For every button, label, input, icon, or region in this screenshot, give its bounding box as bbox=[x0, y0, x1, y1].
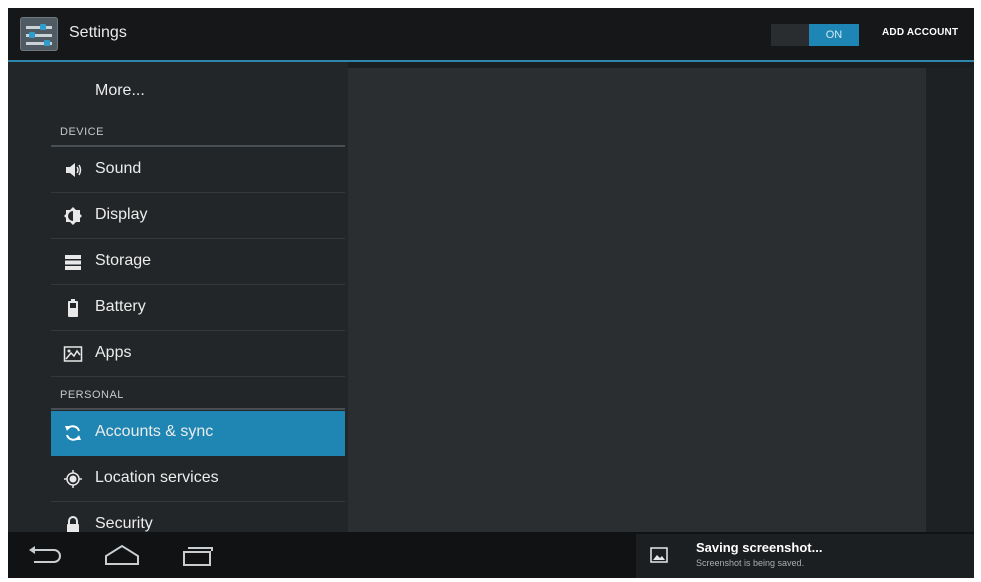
settings-item-display[interactable]: Display bbox=[51, 194, 345, 239]
settings-item-accounts-sync[interactable]: Accounts & sync bbox=[51, 411, 345, 456]
settings-item-storage[interactable]: Storage bbox=[51, 240, 345, 285]
settings-item-label: Accounts & sync bbox=[95, 423, 214, 440]
notification-subtitle: Screenshot is being saved. bbox=[696, 558, 805, 568]
section-divider bbox=[51, 145, 345, 147]
master-toggle[interactable]: ON bbox=[771, 24, 859, 46]
notification-title: Saving screenshot... bbox=[696, 540, 823, 555]
settings-item-label: Storage bbox=[95, 252, 152, 269]
settings-app-icon[interactable] bbox=[20, 17, 58, 51]
add-account-button[interactable]: ADD ACCOUNT bbox=[882, 27, 958, 38]
settings-item-label: Security bbox=[95, 515, 153, 532]
storage-icon bbox=[65, 255, 81, 270]
brightness-icon bbox=[64, 207, 82, 225]
settings-item-label: Display bbox=[95, 206, 148, 223]
screenshot-notification[interactable]: Saving screenshot... Screenshot is being… bbox=[636, 534, 974, 578]
image-icon bbox=[650, 547, 668, 563]
detail-pane-edge bbox=[926, 68, 974, 532]
section-divider bbox=[51, 408, 345, 410]
apps-icon bbox=[63, 346, 83, 362]
section-header-device: DEVICE bbox=[60, 126, 104, 138]
settings-item-battery[interactable]: Battery bbox=[51, 286, 345, 331]
detail-pane bbox=[348, 68, 926, 532]
settings-item-apps[interactable]: Apps bbox=[51, 332, 345, 377]
settings-item-label: Apps bbox=[95, 344, 132, 361]
settings-list[interactable]: More... DEVICE Sound Display Storage Bat… bbox=[8, 62, 348, 534]
home-icon[interactable] bbox=[100, 542, 144, 568]
page-title: Settings bbox=[69, 24, 127, 41]
settings-item-label: Sound bbox=[95, 160, 142, 177]
sync-icon bbox=[65, 425, 81, 441]
back-icon[interactable] bbox=[24, 542, 68, 568]
settings-screen: Settings ON ADD ACCOUNT More... DEVICE S… bbox=[8, 8, 974, 578]
settings-item-label: Location services bbox=[95, 469, 219, 486]
toggle-on-label: ON bbox=[809, 24, 859, 46]
section-header-personal: PERSONAL bbox=[60, 389, 124, 401]
action-bar: Settings ON ADD ACCOUNT bbox=[8, 8, 974, 62]
more-item[interactable]: More... bbox=[95, 82, 145, 100]
settings-item-location[interactable]: Location services bbox=[51, 457, 345, 502]
location-icon bbox=[64, 470, 82, 488]
battery-icon bbox=[68, 299, 78, 317]
speaker-icon bbox=[66, 163, 82, 177]
recent-apps-icon[interactable] bbox=[178, 542, 222, 568]
settings-item-sound[interactable]: Sound bbox=[51, 148, 345, 193]
settings-item-label: Battery bbox=[95, 298, 146, 315]
